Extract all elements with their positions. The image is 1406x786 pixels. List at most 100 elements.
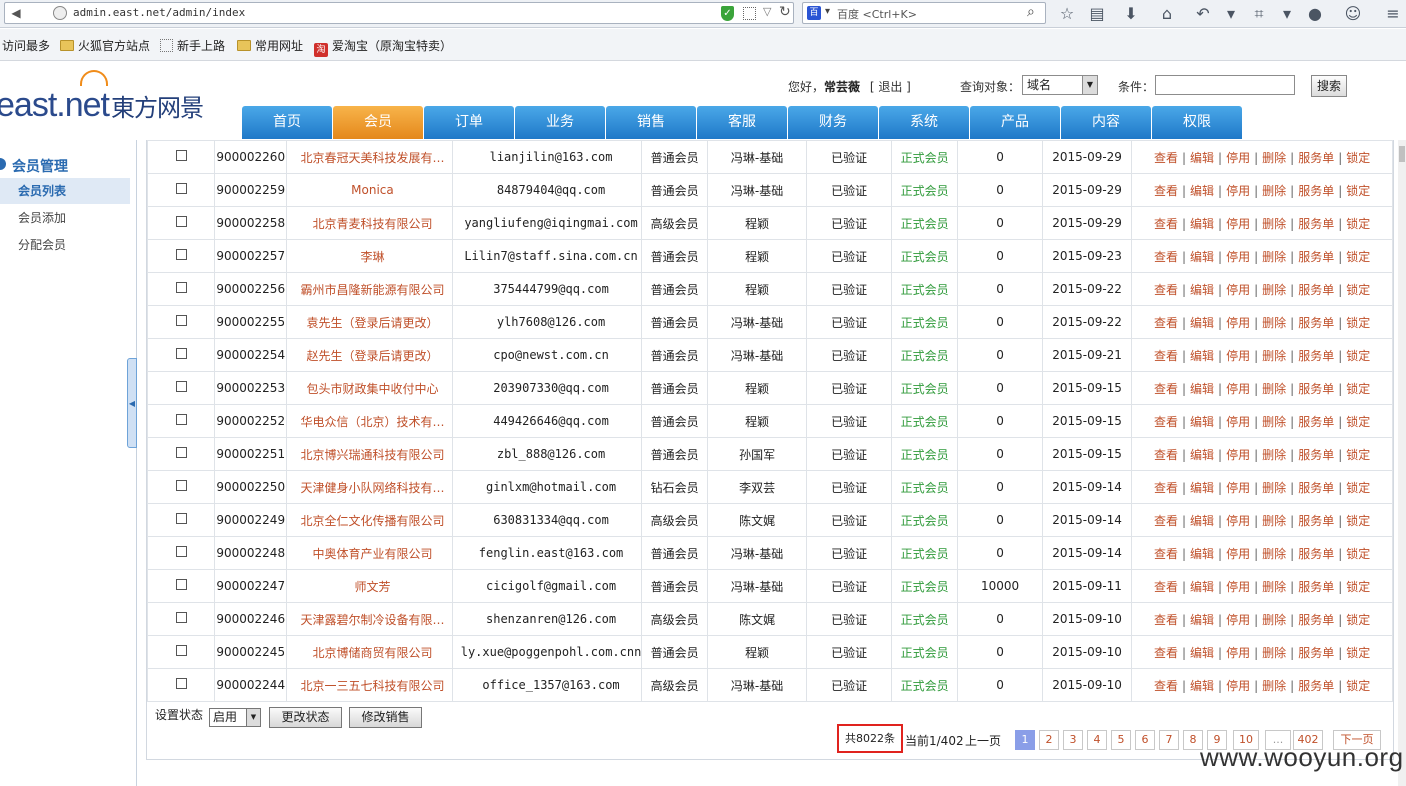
action-link-3[interactable]: 删除 <box>1262 349 1286 363</box>
action-link-0[interactable]: 查看 <box>1154 283 1178 297</box>
action-link-2[interactable]: 停用 <box>1226 448 1250 462</box>
nav-tab-9[interactable]: 内容 <box>1061 106 1151 139</box>
action-link-0[interactable]: 查看 <box>1154 646 1178 660</box>
crop-dropdown-icon[interactable]: ▾ <box>1276 3 1298 25</box>
action-link-5[interactable]: 锁定 <box>1346 151 1370 165</box>
action-link-0[interactable]: 查看 <box>1154 184 1178 198</box>
nav-tab-8[interactable]: 产品 <box>970 106 1060 139</box>
action-link-3[interactable]: 删除 <box>1262 151 1286 165</box>
row-checkbox[interactable] <box>175 282 187 293</box>
action-link-4[interactable]: 服务单 <box>1298 448 1334 462</box>
row-checkbox[interactable] <box>175 216 187 227</box>
undo-dropdown-icon[interactable]: ▾ <box>1220 3 1242 25</box>
action-link-3[interactable]: 删除 <box>1262 481 1286 495</box>
row-checkbox[interactable] <box>175 612 187 623</box>
row-checkbox[interactable] <box>175 183 187 194</box>
action-link-4[interactable]: 服务单 <box>1298 580 1334 594</box>
row-checkbox[interactable] <box>175 414 187 425</box>
row-checkbox[interactable] <box>175 249 187 260</box>
nav-tab-10[interactable]: 权限 <box>1152 106 1242 139</box>
action-link-5[interactable]: 锁定 <box>1346 613 1370 627</box>
row-checkbox[interactable] <box>175 579 187 590</box>
emoji-icon[interactable]: ☺ <box>1342 3 1364 25</box>
action-link-0[interactable]: 查看 <box>1154 250 1178 264</box>
bookmark-most-visited[interactable]: 访问最多 <box>2 37 50 54</box>
action-link-0[interactable]: 查看 <box>1154 382 1178 396</box>
action-link-4[interactable]: 服务单 <box>1298 184 1334 198</box>
action-link-2[interactable]: 停用 <box>1226 646 1250 660</box>
action-link-2[interactable]: 停用 <box>1226 151 1250 165</box>
action-link-0[interactable]: 查看 <box>1154 349 1178 363</box>
action-link-0[interactable]: 查看 <box>1154 481 1178 495</box>
back-icon[interactable]: ◀ <box>7 4 25 22</box>
cell-name[interactable]: 华电众信（北京）技术有… <box>286 404 453 438</box>
cell-name[interactable]: 赵先生（登录后请更改） <box>286 338 453 372</box>
status-select[interactable]: 启用 ▼ <box>209 708 261 727</box>
action-link-2[interactable]: 停用 <box>1226 316 1250 330</box>
search-button[interactable]: 搜索 <box>1311 75 1347 97</box>
action-link-3[interactable]: 删除 <box>1262 217 1286 231</box>
engine-dropdown-icon[interactable]: ▾ <box>825 6 830 17</box>
action-link-3[interactable]: 删除 <box>1262 646 1286 660</box>
logout-link[interactable]: [ 退出 ] <box>870 80 911 94</box>
home-icon[interactable]: ⌂ <box>1156 3 1178 25</box>
query-target-select[interactable]: 域名 ▼ <box>1022 75 1098 95</box>
action-link-0[interactable]: 查看 <box>1154 316 1178 330</box>
action-link-2[interactable]: 停用 <box>1226 217 1250 231</box>
sidebar-item-member-list[interactable]: 会员列表 <box>0 178 130 204</box>
bookmark-common-sites[interactable]: 常用网址 <box>237 37 303 54</box>
action-link-5[interactable]: 锁定 <box>1346 184 1370 198</box>
page-button[interactable]: 1 <box>1015 730 1035 750</box>
condition-input[interactable] <box>1155 75 1295 95</box>
bookmark-newbie[interactable]: 新手上路 <box>160 37 225 54</box>
nav-tab-2[interactable]: 订单 <box>424 106 514 139</box>
action-link-5[interactable]: 锁定 <box>1346 448 1370 462</box>
change-status-button[interactable]: 更改状态 <box>269 707 342 728</box>
action-link-4[interactable]: 服务单 <box>1298 415 1334 429</box>
action-link-5[interactable]: 锁定 <box>1346 679 1370 693</box>
action-link-5[interactable]: 锁定 <box>1346 250 1370 264</box>
address-bar[interactable]: ◀ admin.east.net/admin/index ✓ ▽ ↻ <box>4 2 794 24</box>
row-checkbox[interactable] <box>175 315 187 326</box>
action-link-5[interactable]: 锁定 <box>1346 481 1370 495</box>
cell-name[interactable]: 北京博储商贸有限公司 <box>286 635 453 669</box>
action-link-1[interactable]: 编辑 <box>1190 481 1214 495</box>
reading-list-icon[interactable]: ▤ <box>1086 3 1108 25</box>
action-link-4[interactable]: 服务单 <box>1298 316 1334 330</box>
page-button[interactable]: 4 <box>1087 730 1107 750</box>
nav-tab-0[interactable]: 首页 <box>242 106 332 139</box>
action-link-3[interactable]: 删除 <box>1262 283 1286 297</box>
action-link-4[interactable]: 服务单 <box>1298 679 1334 693</box>
search-engine-box[interactable]: 百 ▾ 百度 <Ctrl+K> ⌕ <box>802 2 1046 24</box>
action-link-3[interactable]: 删除 <box>1262 580 1286 594</box>
action-link-4[interactable]: 服务单 <box>1298 151 1334 165</box>
download-icon[interactable]: ⬇ <box>1120 3 1142 25</box>
action-link-3[interactable]: 删除 <box>1262 316 1286 330</box>
action-link-1[interactable]: 编辑 <box>1190 349 1214 363</box>
reload-icon[interactable]: ↻ <box>779 4 791 20</box>
bookmark-taobao[interactable]: 淘爱淘宝（原淘宝特卖） <box>314 37 452 57</box>
cell-name[interactable]: 中奥体育产业有限公司 <box>286 536 453 570</box>
action-link-4[interactable]: 服务单 <box>1298 646 1334 660</box>
action-link-0[interactable]: 查看 <box>1154 547 1178 561</box>
cell-name[interactable]: 李琳 <box>286 239 453 273</box>
row-checkbox[interactable] <box>175 678 187 689</box>
action-link-2[interactable]: 停用 <box>1226 382 1250 396</box>
action-link-5[interactable]: 锁定 <box>1346 514 1370 528</box>
action-link-4[interactable]: 服务单 <box>1298 382 1334 396</box>
action-link-2[interactable]: 停用 <box>1226 514 1250 528</box>
row-checkbox[interactable] <box>175 546 187 557</box>
scrollbar-thumb[interactable] <box>1399 146 1405 162</box>
undo-icon[interactable]: ↶ <box>1192 3 1214 25</box>
action-link-3[interactable]: 删除 <box>1262 448 1286 462</box>
action-link-2[interactable]: 停用 <box>1226 184 1250 198</box>
action-link-3[interactable]: 删除 <box>1262 679 1286 693</box>
action-link-4[interactable]: 服务单 <box>1298 613 1334 627</box>
page-scrollbar[interactable] <box>1398 140 1406 786</box>
action-link-2[interactable]: 停用 <box>1226 613 1250 627</box>
cell-name[interactable]: 袁先生（登录后请更改） <box>286 305 453 339</box>
collapse-sidebar-icon[interactable]: ◀ <box>127 358 137 448</box>
action-link-1[interactable]: 编辑 <box>1190 646 1214 660</box>
qr-code-icon[interactable] <box>743 7 756 20</box>
cell-name[interactable]: 北京青麦科技有限公司 <box>286 206 453 240</box>
